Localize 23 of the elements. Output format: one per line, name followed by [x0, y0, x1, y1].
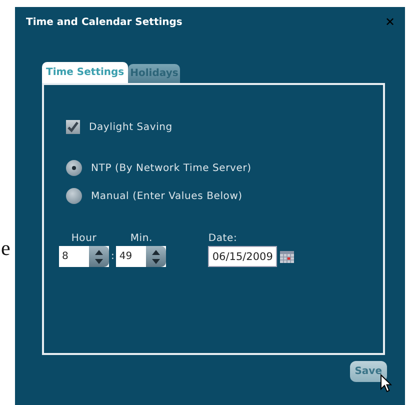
radio-button[interactable] [66, 160, 82, 176]
close-button[interactable]: ✕ [384, 15, 395, 29]
field-label: Date: [208, 233, 238, 244]
hour-spinner[interactable]: 8 [59, 246, 109, 267]
field-label: Min. [130, 233, 152, 244]
mouse-pointer-icon [380, 374, 392, 393]
spinner-arrows-icon[interactable] [89, 246, 109, 267]
checkbox-label: Daylight Saving [89, 122, 172, 132]
background-text: e [1, 236, 10, 261]
date-field[interactable]: 06/15/2009 [208, 246, 277, 267]
calendar-icon[interactable] [280, 250, 294, 262]
radio-button[interactable] [66, 188, 82, 204]
minute-spinner[interactable]: 49 [116, 246, 166, 267]
radio-label: Manual (Enter Values Below) [91, 190, 242, 202]
dialog-title: Time and Calendar Settings [26, 16, 182, 28]
tab[interactable]: Time Settings [42, 62, 128, 83]
time-separator: : [111, 251, 114, 262]
spinner-arrows-icon[interactable] [146, 246, 166, 267]
radio-label: NTP (By Network Time Server) [91, 162, 252, 174]
checkbox[interactable] [66, 120, 80, 134]
field-label: Hour [71, 233, 97, 244]
save-button[interactable]: Save [350, 361, 387, 382]
tab[interactable]: Holidays [128, 64, 180, 83]
